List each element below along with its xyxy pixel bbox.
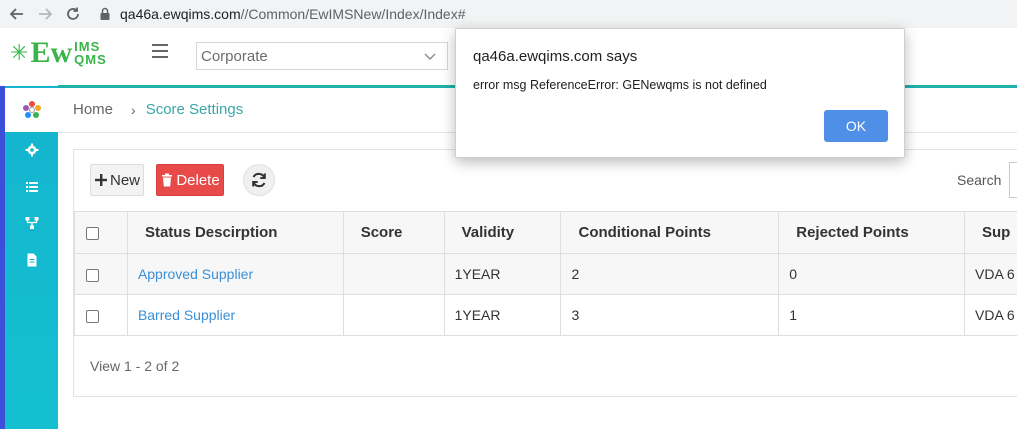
column-header[interactable]: Conditional Points <box>560 211 780 254</box>
refresh-icon <box>252 172 266 188</box>
row-select-cell <box>74 253 128 295</box>
score-cell <box>342 294 445 336</box>
sidebar-item-document[interactable] <box>5 249 58 271</box>
address-bar[interactable]: qa46a.ewqims.com //Common/EwIMSNew/Index… <box>98 6 466 22</box>
validity-cell: 1YEAR <box>443 253 562 295</box>
rejected-points-cell: 1 <box>778 294 965 336</box>
column-header[interactable]: Validity <box>443 211 562 254</box>
sup-cell: VDA 6 <box>964 294 1017 336</box>
back-icon[interactable] <box>6 3 28 25</box>
status-cell: Barred Supplier <box>126 294 344 336</box>
search-label: Search <box>957 172 1002 188</box>
column-header[interactable]: Score <box>342 211 445 254</box>
breadcrumb-home[interactable]: Home <box>73 101 113 118</box>
column-header[interactable]: Rejected Points <box>778 211 965 254</box>
breadcrumb: Home › Score Settings <box>73 101 243 118</box>
trash-icon <box>162 173 173 187</box>
table-row: Approved Supplier 1YEAR 2 0 VDA 6 <box>74 253 1017 295</box>
column-header[interactable]: Sup <box>964 211 1017 254</box>
hierarchy-icon <box>25 217 38 229</box>
breadcrumb-separator: › <box>131 101 136 118</box>
table-header-row: Status Descirption Score Validity Condit… <box>74 211 1017 254</box>
select-all-cell <box>74 211 128 254</box>
organization-select-value: Corporate <box>201 47 268 65</box>
select-all-checkbox[interactable] <box>86 226 99 240</box>
alert-dialog: qa46a.ewqims.com says error msg Referenc… <box>455 28 905 158</box>
row-select-cell <box>74 294 128 336</box>
logo-bottom-text: QMS <box>74 52 107 67</box>
lock-icon <box>100 7 110 20</box>
document-icon <box>27 253 36 267</box>
pager-info: View 1 - 2 of 2 <box>90 358 180 374</box>
sidebar-item-list[interactable] <box>5 176 58 198</box>
conditional-points-cell: 3 <box>560 294 780 336</box>
sidebar-home-item[interactable] <box>5 88 58 132</box>
list-icon <box>25 182 38 192</box>
validity-cell: 1YEAR <box>443 294 562 336</box>
rejected-points-cell: 0 <box>778 253 965 295</box>
logo-flower-icon: ✳ <box>10 40 29 65</box>
logo-suffix: IMS QMS <box>74 40 107 66</box>
row-checkbox[interactable] <box>86 309 99 323</box>
status-cell: Approved Supplier <box>126 253 344 295</box>
breadcrumb-current: Score Settings <box>145 101 244 118</box>
organization-select[interactable]: Corporate <box>196 42 448 70</box>
column-header[interactable]: Status Descirption <box>126 211 344 254</box>
reload-icon[interactable] <box>62 3 84 25</box>
browser-toolbar: qa46a.ewqims.com //Common/EwIMSNew/Index… <box>0 0 1017 28</box>
delete-button[interactable]: Delete <box>156 164 224 196</box>
gear-icon <box>25 143 38 157</box>
logo-main-text: Ew <box>30 36 73 69</box>
sidebar-item-hierarchy[interactable] <box>5 212 58 234</box>
url-host: qa46a.ewqims.com <box>120 6 241 22</box>
refresh-button[interactable] <box>243 164 275 196</box>
dialog-title: qa46a.ewqims.com says <box>473 48 638 65</box>
app-flower-icon <box>22 101 41 118</box>
score-cell <box>342 253 445 295</box>
url-path: //Common/EwIMSNew/Index/Index# <box>240 6 466 22</box>
table-row: Barred Supplier 1YEAR 3 1 VDA 6 <box>74 294 1017 336</box>
dialog-message: error msg ReferenceError: GENewqms is no… <box>473 78 767 92</box>
forward-icon[interactable] <box>34 3 56 25</box>
delete-button-label: Delete <box>176 171 220 189</box>
app-logo[interactable]: ✳ Ew IMS QMS <box>10 38 107 68</box>
chevron-down-icon <box>424 53 436 60</box>
new-button-label: New <box>109 171 140 189</box>
sup-cell: VDA 6 <box>964 253 1017 295</box>
sidebar-item-settings[interactable] <box>5 139 58 161</box>
new-button[interactable]: New <box>90 164 144 196</box>
conditional-points-cell: 2 <box>560 253 780 295</box>
status-link[interactable]: Approved Supplier <box>138 266 253 282</box>
score-settings-table: Status Descirption Score Validity Condit… <box>74 211 1017 336</box>
row-checkbox[interactable] <box>86 268 99 282</box>
search-input[interactable] <box>1009 162 1017 198</box>
plus-icon <box>94 174 107 186</box>
ok-button[interactable]: OK <box>824 110 888 142</box>
menu-toggle-icon[interactable] <box>152 44 168 58</box>
status-link[interactable]: Barred Supplier <box>138 307 235 323</box>
